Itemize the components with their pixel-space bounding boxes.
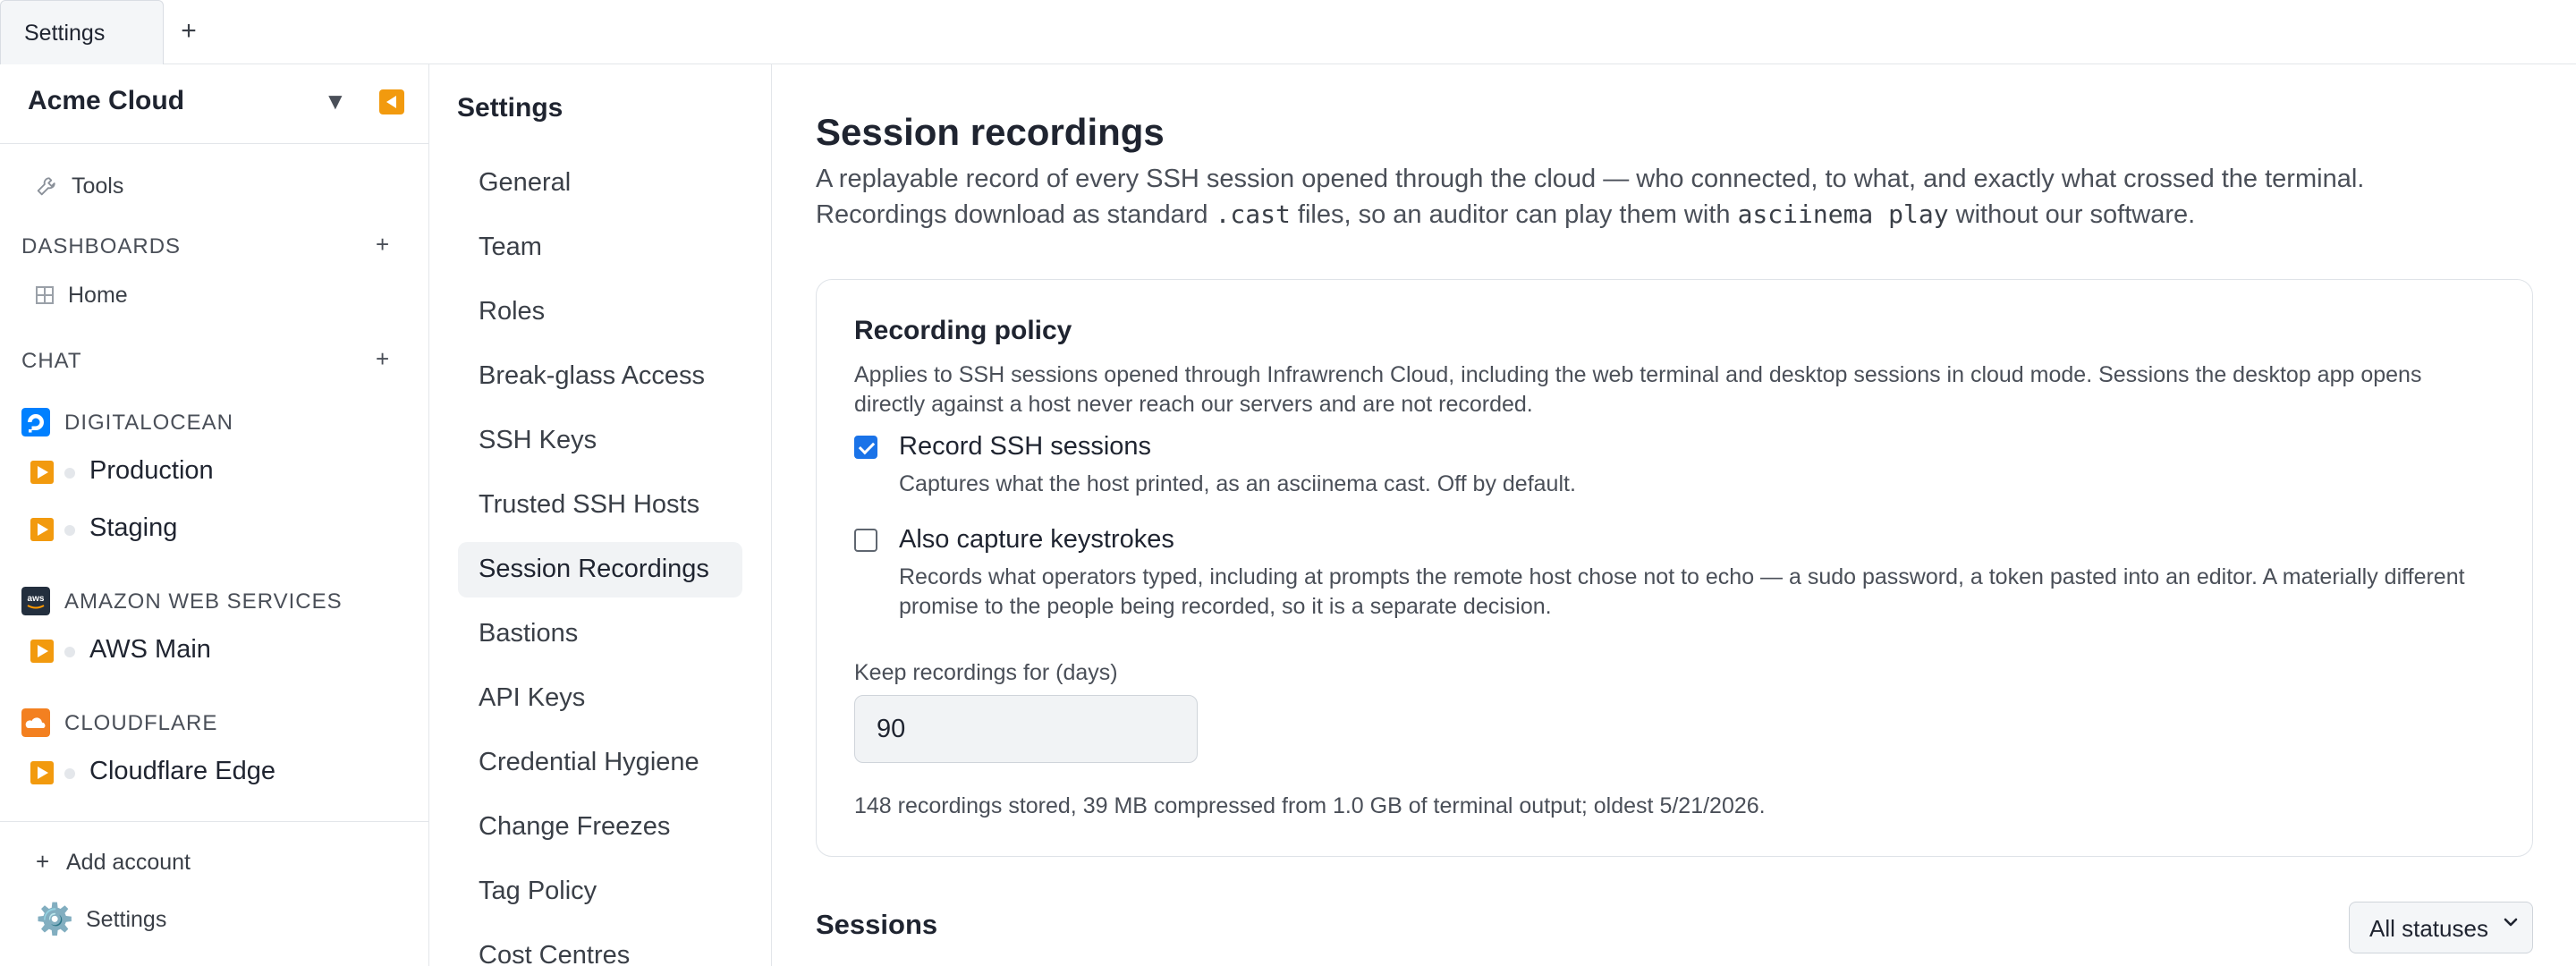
capture-keystrokes-checkbox[interactable] xyxy=(854,529,877,552)
settings-nav-roles[interactable]: Roles xyxy=(458,284,742,340)
page-title: Session recordings xyxy=(816,111,1165,153)
description-text: without our software. xyxy=(1948,200,2196,229)
plus-icon: + xyxy=(36,848,50,875)
card-description: Applies to SSH sessions opened through I… xyxy=(854,362,2422,417)
status-filter-value: All statuses xyxy=(2369,915,2488,942)
nav-item-label: General xyxy=(479,168,572,197)
new-tab-button[interactable]: + xyxy=(175,16,202,47)
gear-icon: ⚙️ xyxy=(36,902,74,936)
aws-icon: aws xyxy=(21,587,50,615)
settings-nav-title: Settings xyxy=(457,93,564,123)
settings-nav-ssh-keys[interactable]: SSH Keys xyxy=(458,413,742,469)
settings-nav-bastions[interactable]: Bastions xyxy=(458,606,742,662)
status-dot xyxy=(64,468,75,479)
tab-bar: Settings + xyxy=(0,0,2576,64)
grid-icon xyxy=(36,286,54,304)
connection-label: Cloudflare Edge xyxy=(89,757,275,785)
nav-item-label: Session Recordings xyxy=(479,555,709,583)
chat-heading: CHAT xyxy=(21,349,82,373)
nav-item-label: Change Freezes xyxy=(479,812,671,841)
status-dot xyxy=(64,647,75,657)
sidebar-item-label: Home xyxy=(68,283,128,308)
nav-item-label: Credential Hygiene xyxy=(479,748,699,776)
recording-stats: 148 recordings stored, 39 MB compressed … xyxy=(854,793,1766,818)
tab-settings[interactable]: Settings xyxy=(0,0,164,64)
account-dropdown-icon[interactable]: ▼ xyxy=(324,88,347,115)
add-account-label: Add account xyxy=(66,850,191,875)
play-icon xyxy=(30,518,54,541)
divider xyxy=(0,143,429,144)
nav-item-label: Trusted SSH Hosts xyxy=(479,490,700,519)
page-description: A replayable record of every SSH session… xyxy=(816,161,2426,233)
status-dot xyxy=(64,525,75,536)
play-icon xyxy=(30,640,54,663)
description-code: .cast xyxy=(1215,199,1291,229)
main-content: Session recordings A replayable record o… xyxy=(773,64,2576,966)
sessions-heading: Sessions xyxy=(816,909,938,940)
description-code: asciinema play xyxy=(1737,199,1949,229)
settings-nav-cost-centres[interactable]: Cost Centres xyxy=(458,928,742,966)
settings-nav-api-keys[interactable]: API Keys xyxy=(458,671,742,726)
nav-item-label: Roles xyxy=(479,297,546,326)
capture-keystrokes-help: Records what operators typed, including … xyxy=(899,564,2465,619)
status-dot xyxy=(64,768,75,779)
provider-label: AMAZON WEB SERVICES xyxy=(64,589,343,614)
recording-policy-card: Recording policy Applies to SSH sessions… xyxy=(816,279,2533,857)
settings-nav-break-glass-access[interactable]: Break-glass Access xyxy=(458,349,742,404)
nav-item-label: Cost Centres xyxy=(479,941,631,966)
capture-keystrokes-label[interactable]: Also capture keystrokes xyxy=(899,525,1174,555)
chevron-down-icon xyxy=(2504,918,2518,927)
nav-item-label: API Keys xyxy=(479,683,586,712)
divider xyxy=(0,821,429,822)
sidebar-item-label: Settings xyxy=(86,907,167,932)
settings-nav-trusted-ssh-hosts[interactable]: Trusted SSH Hosts xyxy=(458,478,742,533)
description-text: files, so an auditor can play them with xyxy=(1290,200,1738,229)
sidebar: Acme Cloud ▼ Tools DASHBOARDS + Home CHA… xyxy=(0,64,429,966)
digitalocean-icon xyxy=(21,408,50,436)
settings-nav-general[interactable]: General xyxy=(458,156,742,211)
settings-nav-tag-policy[interactable]: Tag Policy xyxy=(458,864,742,919)
settings-nav: Settings General Team Roles Break-glass … xyxy=(430,64,772,966)
nav-item-label: Bastions xyxy=(479,619,579,648)
record-ssh-sessions-checkbox[interactable] xyxy=(854,436,877,459)
nav-item-label: SSH Keys xyxy=(479,426,597,454)
status-filter-select[interactable]: All statuses xyxy=(2349,902,2533,953)
wrench-icon xyxy=(37,177,55,196)
settings-nav-team[interactable]: Team xyxy=(458,220,742,275)
retention-days-label: Keep recordings for (days) xyxy=(854,660,1118,685)
connection-label: Production xyxy=(89,456,214,485)
provider-label: DIGITALOCEAN xyxy=(64,411,233,435)
cloudflare-icon xyxy=(21,708,50,737)
connection-label: Staging xyxy=(89,513,178,542)
settings-nav-change-freezes[interactable]: Change Freezes xyxy=(458,800,742,855)
play-icon xyxy=(30,761,54,784)
account-name[interactable]: Acme Cloud xyxy=(28,86,184,116)
svg-text:aws: aws xyxy=(28,594,45,604)
collapse-sidebar-button[interactable] xyxy=(379,89,404,114)
sidebar-item-label: Tools xyxy=(72,174,124,199)
nav-item-label: Break-glass Access xyxy=(479,361,706,390)
retention-days-input[interactable] xyxy=(854,695,1198,763)
tab-label: Settings xyxy=(24,21,106,46)
record-ssh-sessions-help: Captures what the host printed, as an as… xyxy=(899,471,1576,496)
card-title: Recording policy xyxy=(854,316,1072,345)
settings-nav-session-recordings[interactable]: Session Recordings xyxy=(458,542,742,597)
connection-label: AWS Main xyxy=(89,635,211,664)
dashboards-heading: DASHBOARDS xyxy=(21,234,182,258)
add-dashboard-button[interactable]: + xyxy=(376,231,389,258)
add-chat-button[interactable]: + xyxy=(376,345,389,373)
provider-label: CLOUDFLARE xyxy=(64,711,218,735)
settings-nav-credential-hygiene[interactable]: Credential Hygiene xyxy=(458,735,742,791)
nav-item-label: Tag Policy xyxy=(479,877,597,905)
play-icon xyxy=(30,461,54,484)
record-ssh-sessions-label[interactable]: Record SSH sessions xyxy=(899,432,1151,462)
nav-item-label: Team xyxy=(479,233,542,261)
